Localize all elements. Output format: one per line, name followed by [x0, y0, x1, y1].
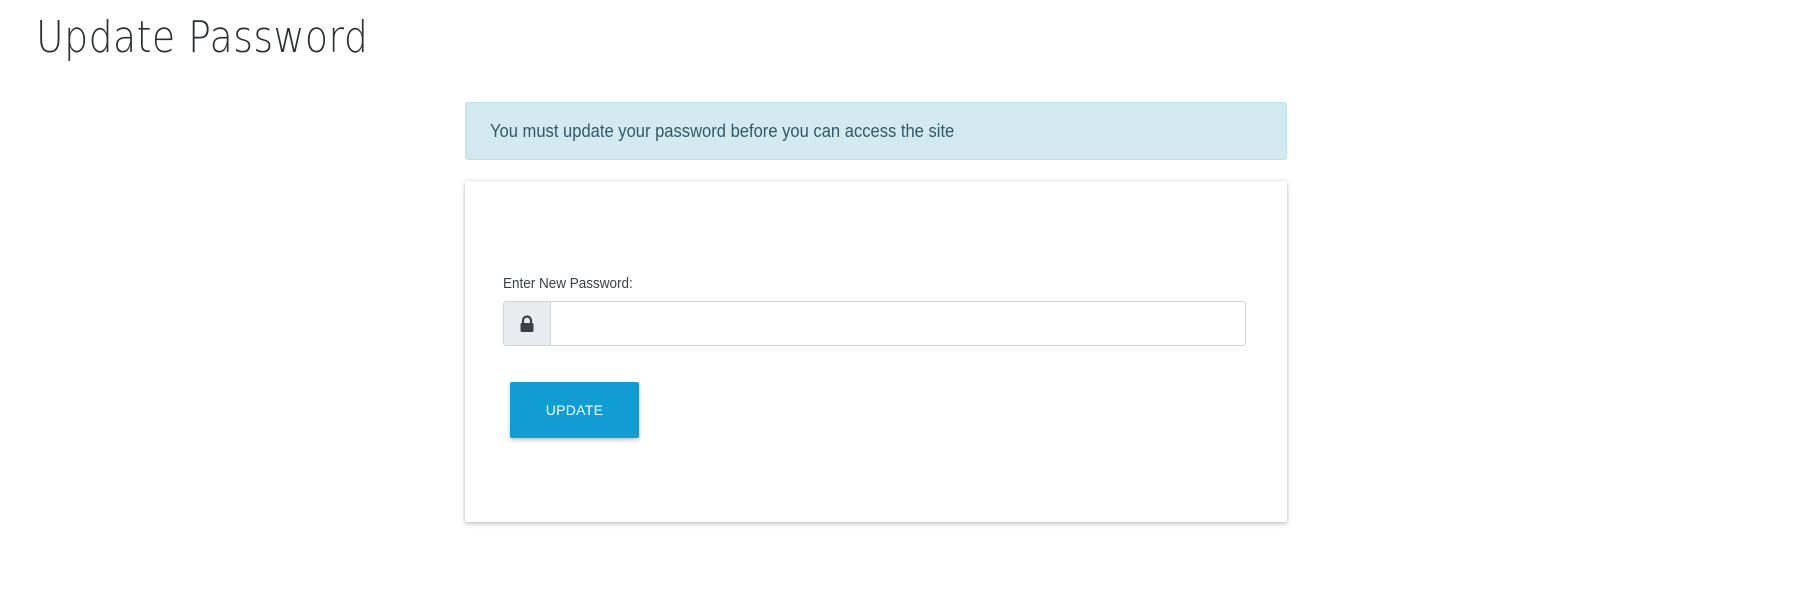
new-password-input[interactable] [550, 301, 1246, 346]
lock-icon [503, 301, 550, 346]
password-label: Enter New Password: [503, 275, 633, 292]
password-input-group [503, 301, 1246, 346]
update-button[interactable]: UPDATE [510, 382, 639, 438]
info-alert: You must update your password before you… [465, 102, 1287, 160]
update-password-card: Enter New Password: UPDATE [465, 181, 1287, 522]
page-title: Update Password [36, 12, 369, 63]
alert-message: You must update your password before you… [490, 120, 955, 141]
